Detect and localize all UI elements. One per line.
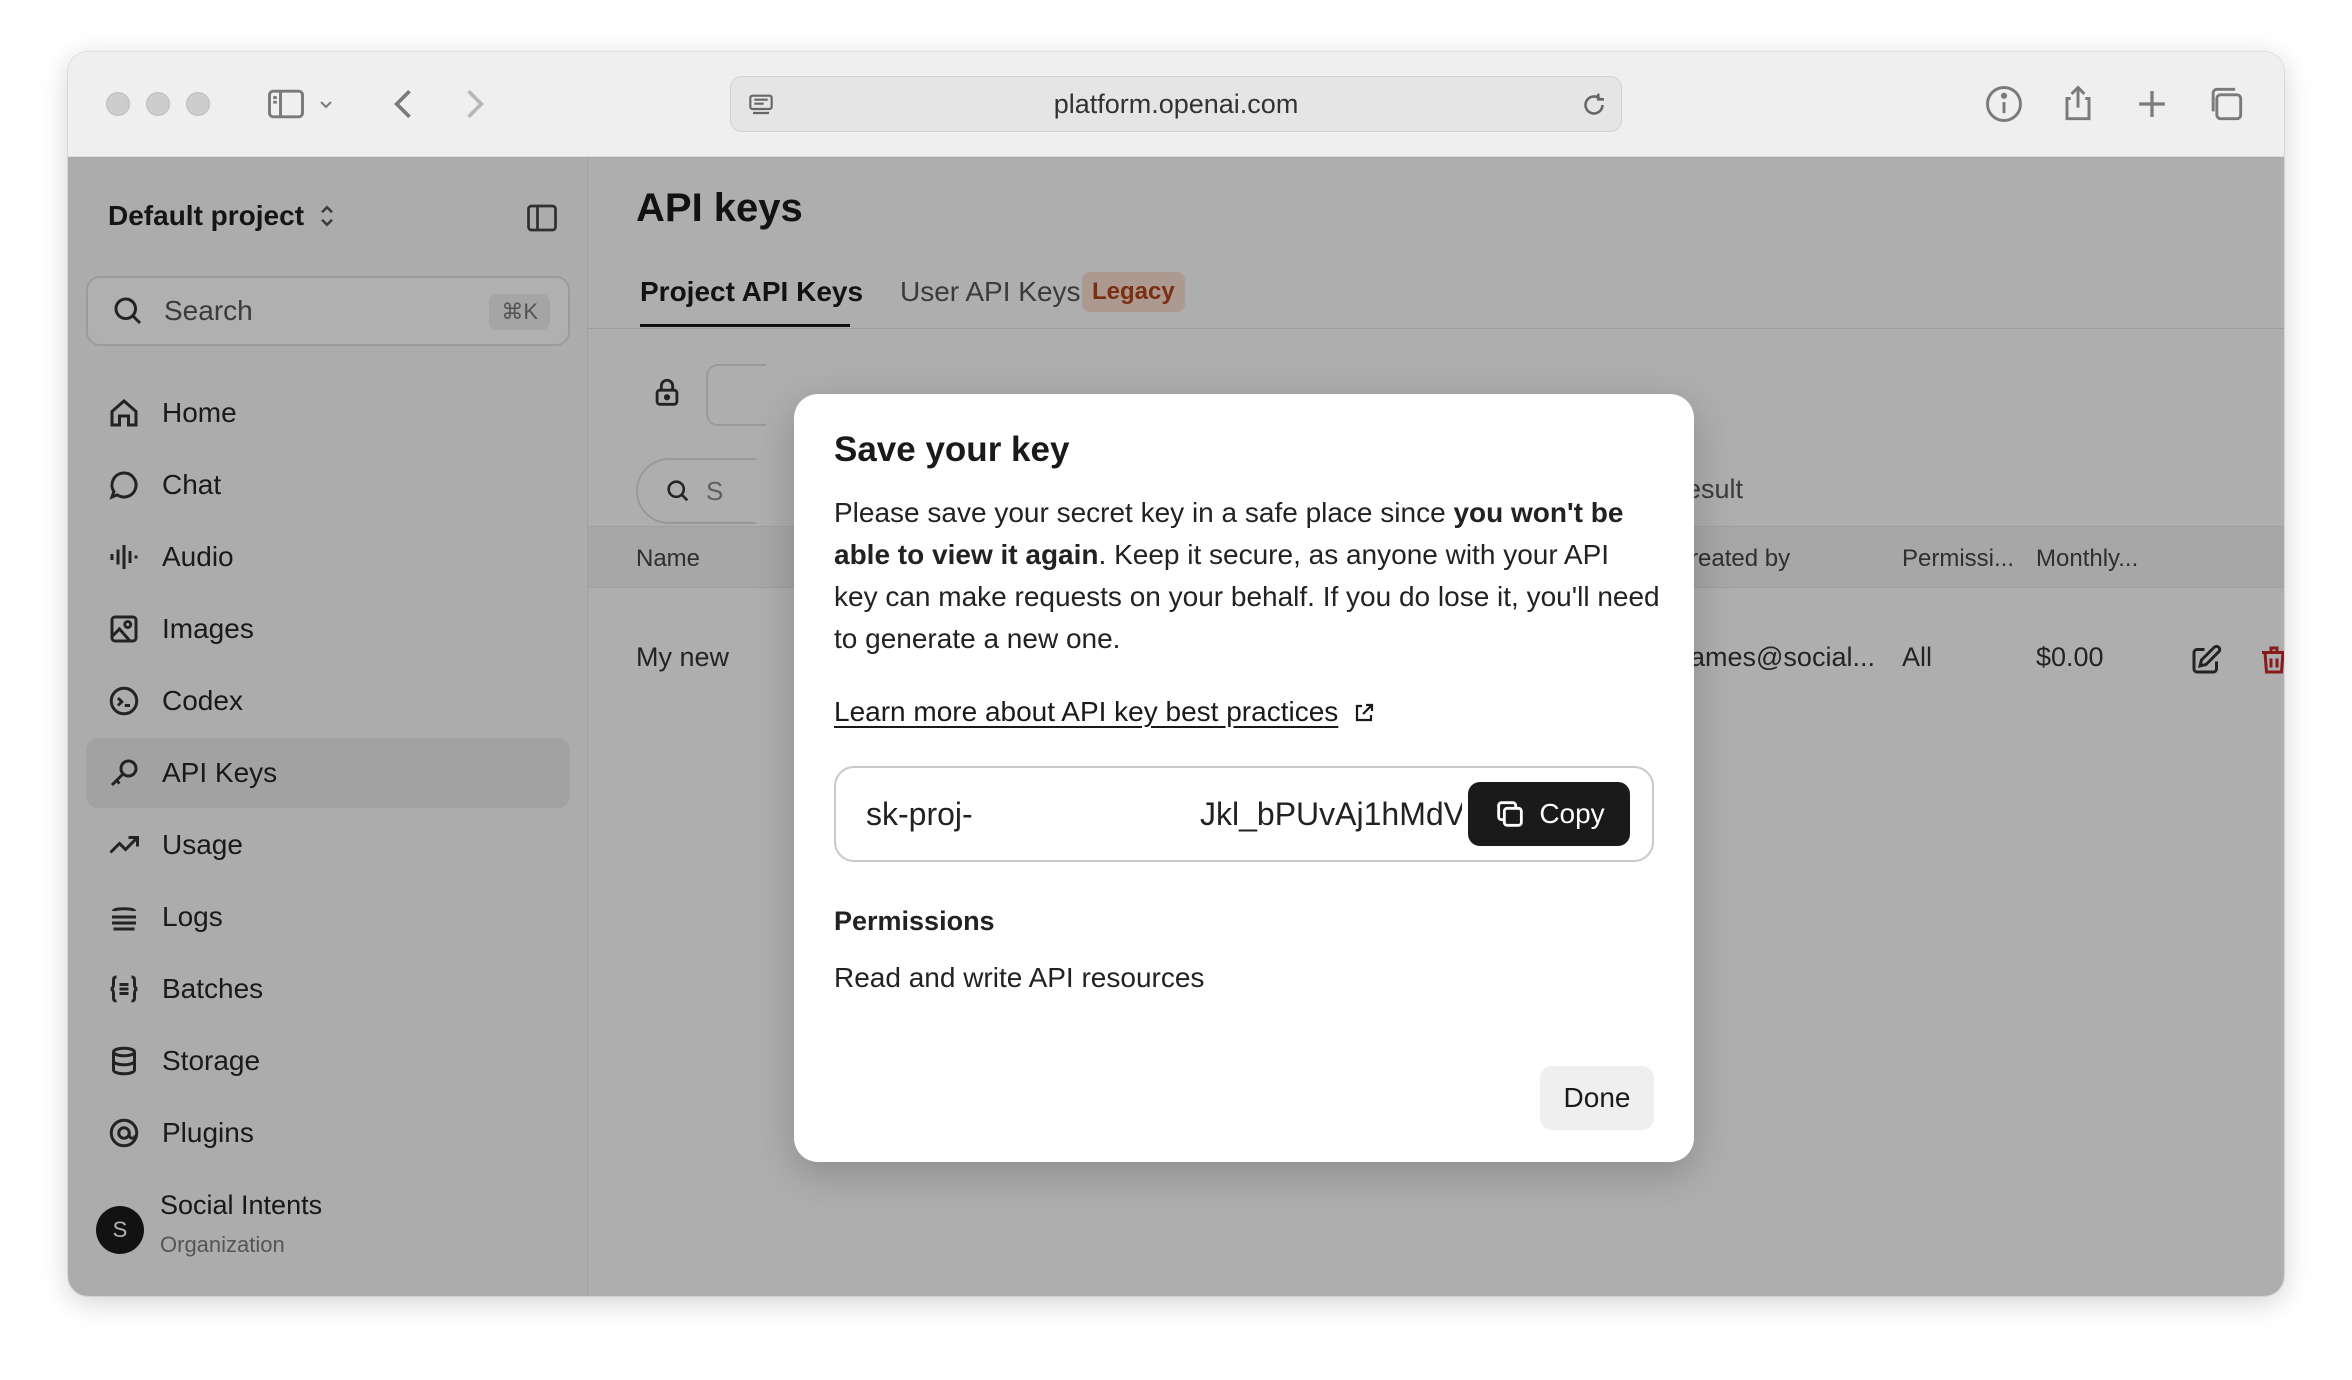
back-icon[interactable] (382, 82, 426, 126)
close-window-button[interactable] (106, 92, 130, 116)
copy-icon (1493, 797, 1527, 831)
external-link-icon (1352, 700, 1376, 724)
page-settings-icon[interactable] (745, 89, 777, 121)
dialog-text-part: Please save your secret key in a safe pl… (834, 497, 1454, 528)
permissions-value: Read and write API resources (834, 962, 1205, 993)
chevron-down-icon[interactable] (314, 82, 338, 126)
new-tab-icon[interactable] (2130, 82, 2174, 126)
done-button[interactable]: Done (1540, 1066, 1654, 1130)
zoom-window-button[interactable] (186, 92, 210, 116)
dialog-description: Please save your secret key in a safe pl… (834, 492, 1660, 660)
secret-key-prefix: sk-proj- (866, 796, 973, 832)
info-icon[interactable] (1982, 82, 2026, 126)
reload-icon[interactable] (1577, 88, 1611, 122)
secret-key-suffix: Jkl_bPUvAj1hMdV (1200, 796, 1462, 832)
save-key-dialog: Save your key Please save your secret ke… (794, 394, 1694, 1162)
copy-button[interactable]: Copy (1468, 782, 1630, 846)
copy-button-label: Copy (1539, 798, 1605, 829)
address-bar[interactable]: platform.openai.com (730, 76, 1622, 132)
learn-more-link[interactable]: Learn more about API key best practices (834, 696, 1376, 728)
share-icon[interactable] (2056, 82, 2100, 126)
dialog-title: Save your key (834, 430, 1070, 469)
secret-key-field[interactable]: sk-proj- Jkl_bPUvAj1hMdV Copy (834, 766, 1654, 862)
sidebar-toggle-icon[interactable] (262, 82, 310, 126)
forward-icon[interactable] (452, 82, 496, 126)
tab-overview-icon[interactable] (2204, 82, 2248, 126)
browser-window: platform.openai.com Default project Sear… (68, 52, 2284, 1296)
learn-more-link-text: Learn more about API key best practices (834, 696, 1339, 727)
url-text: platform.openai.com (1053, 88, 1299, 119)
permissions-heading: Permissions (834, 906, 995, 936)
browser-toolbar: platform.openai.com (68, 52, 2284, 157)
minimize-window-button[interactable] (146, 92, 170, 116)
